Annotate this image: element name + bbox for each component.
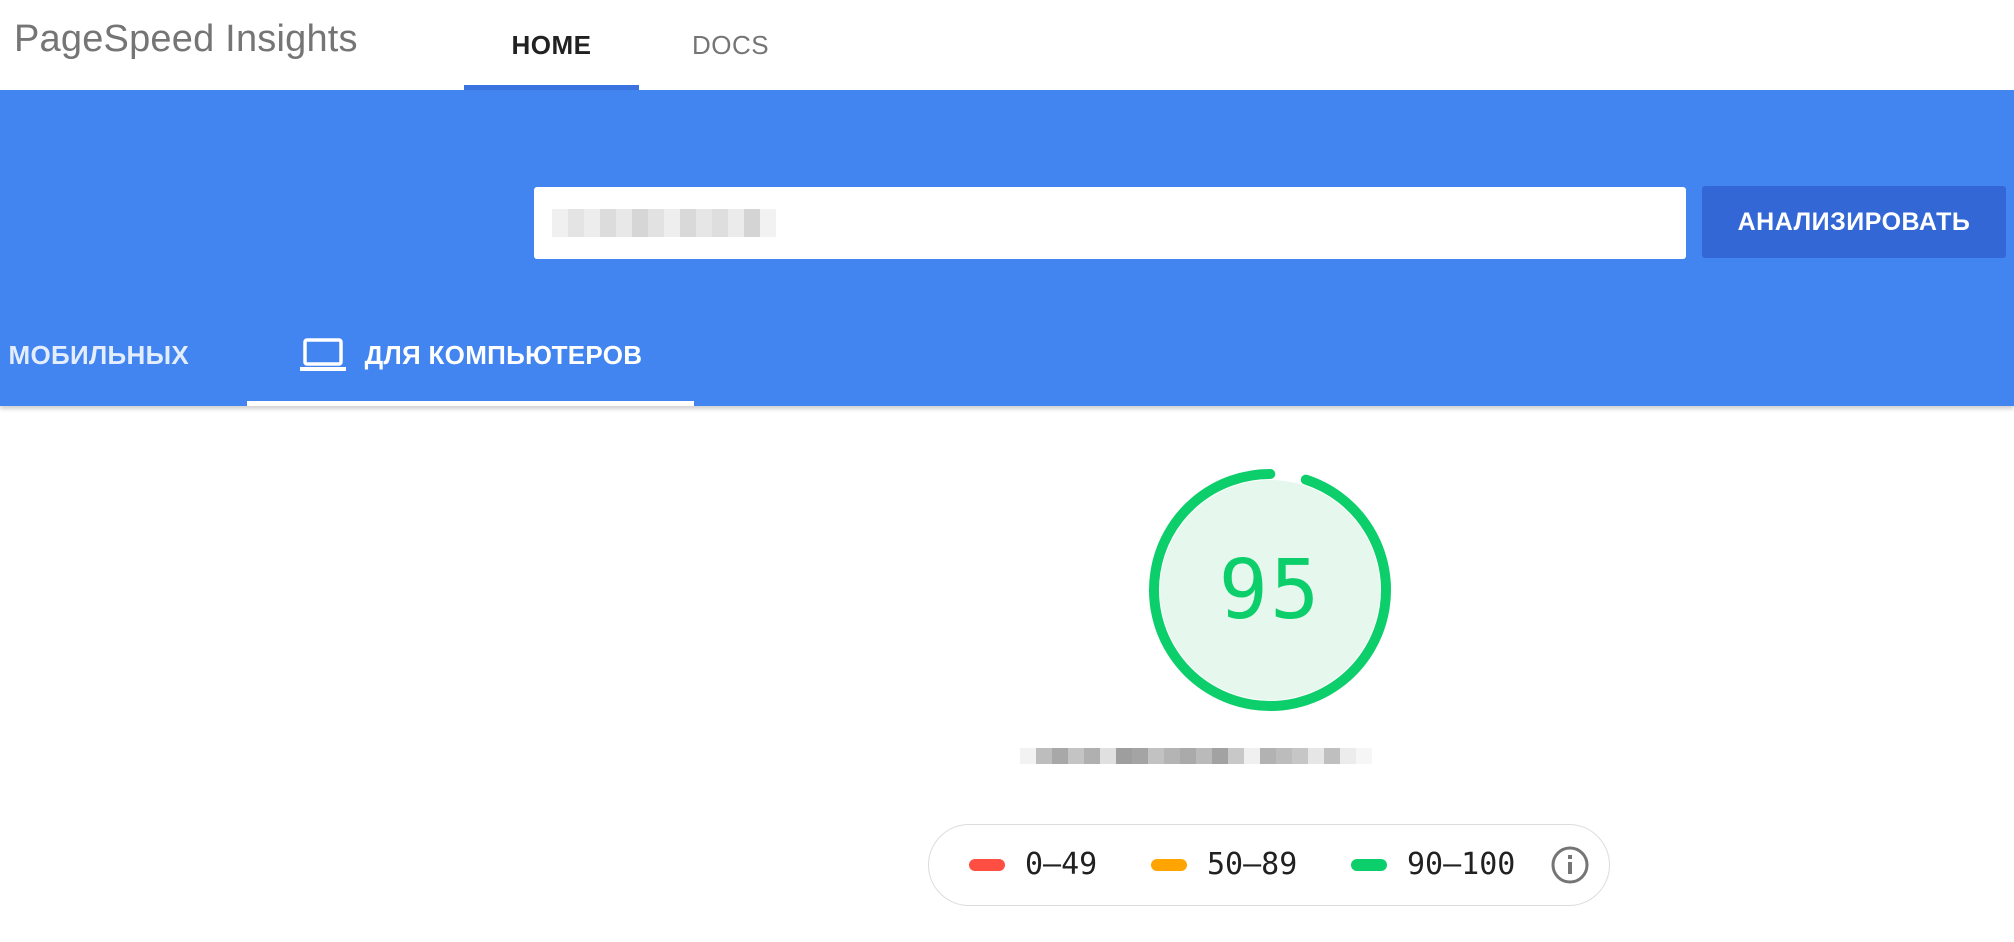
tab-mobile[interactable]: Я МОБИЛЬНЫХ [0,304,212,406]
nav-tab-home[interactable]: HOME [464,0,639,90]
performance-score-gauge: 95 [1146,466,1394,714]
legend-swatch-pass [1351,858,1387,871]
legend-label-pass: 90–100 [1407,847,1516,882]
top-header: PageSpeed Insights HOME DOCS [0,0,2014,90]
nav-tab-docs[interactable]: DOCS [668,0,793,90]
legend-item-pass: 90–100 [1351,825,1515,904]
legend-item-fail: 0–49 [969,825,1097,904]
tab-desktop[interactable]: ДЛЯ КОМПЬЮТЕРОВ [247,304,694,406]
laptop-icon [299,337,347,373]
tab-mobile-label: Я МОБИЛЬНЫХ [0,339,189,370]
url-input[interactable] [534,187,1686,259]
tab-desktop-label: ДЛЯ КОМПЬЮТЕРОВ [364,339,643,370]
score-value: 95 [1218,542,1322,638]
legend-item-average: 50–89 [1151,825,1297,904]
info-icon[interactable] [1550,845,1590,885]
search-band: АНАЛИЗИРОВАТЬ Я МОБИЛЬНЫХ ДЛЯ КОМПЬЮТЕРО… [0,90,2014,406]
redacted-url-text [552,209,776,237]
app-title[interactable]: PageSpeed Insights [14,18,358,61]
legend-label-average: 50–89 [1207,847,1298,882]
legend-swatch-fail [969,858,1005,871]
legend-label-fail: 0–49 [1025,847,1098,882]
analyze-button[interactable]: АНАЛИЗИРОВАТЬ [1702,186,2006,258]
legend-swatch-average [1151,858,1187,871]
score-legend: 0–49 50–89 90–100 [928,824,1610,906]
analyzed-url [1020,748,1372,764]
